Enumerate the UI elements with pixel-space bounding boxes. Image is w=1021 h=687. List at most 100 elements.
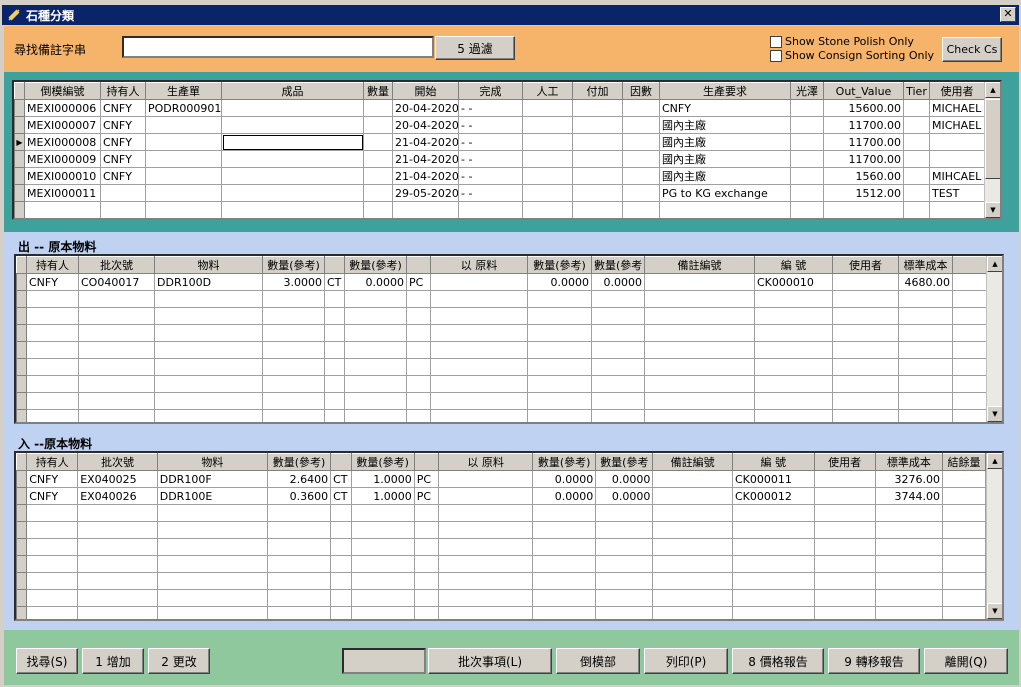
table-cell[interactable]: [942, 572, 986, 590]
table-cell[interactable]: [903, 184, 930, 202]
table-cell[interactable]: [77, 555, 158, 573]
column-header[interactable]: 開始: [392, 82, 459, 100]
table-cell[interactable]: [406, 341, 431, 359]
search-input[interactable]: [122, 36, 434, 58]
table-cell[interactable]: - -: [458, 116, 523, 134]
table-cell[interactable]: [26, 392, 79, 410]
table-cell[interactable]: MEXI000008: [24, 133, 101, 151]
table-cell[interactable]: [344, 375, 407, 393]
column-header[interactable]: 使用者: [813, 453, 876, 471]
table-cell[interactable]: 0.3600: [266, 487, 332, 505]
table-cell[interactable]: [754, 290, 833, 308]
table-cell[interactable]: MIHCAEL: [929, 167, 985, 185]
table-cell[interactable]: [262, 392, 325, 410]
column-header[interactable]: 數量(參考): [532, 453, 597, 471]
table-cell[interactable]: [813, 555, 876, 573]
column-header[interactable]: [413, 453, 440, 471]
table-row[interactable]: CNFY EX040025 DDR100F 2.6400 CT 1.0000 PC 0.000…: [16, 470, 986, 488]
table-cell[interactable]: [406, 307, 431, 325]
table-cell[interactable]: [324, 341, 345, 359]
table-cell[interactable]: [154, 307, 263, 325]
table-cell[interactable]: [156, 589, 268, 607]
table-cell[interactable]: MEXI000010: [24, 167, 101, 185]
table-row[interactable]: [16, 555, 986, 573]
table-cell[interactable]: 11700.00: [823, 133, 904, 151]
table-cell[interactable]: CNFY: [100, 167, 146, 185]
row-selector[interactable]: ▶: [14, 133, 25, 151]
table-row[interactable]: [16, 572, 986, 590]
table-cell[interactable]: [413, 504, 440, 522]
table-cell[interactable]: MICHAEL: [929, 116, 985, 134]
table-cell[interactable]: [622, 201, 660, 218]
table-cell[interactable]: [266, 521, 332, 539]
table-cell[interactable]: [903, 150, 930, 168]
table-cell[interactable]: MEXI000011: [24, 184, 101, 202]
table-cell[interactable]: [78, 358, 155, 376]
row-selector[interactable]: [16, 324, 27, 342]
table-cell[interactable]: [532, 521, 597, 539]
table-cell[interactable]: [572, 167, 623, 185]
scroll-thumb[interactable]: [985, 99, 1000, 179]
table-cell[interactable]: 1512.00: [823, 184, 904, 202]
table-cell[interactable]: [26, 521, 79, 539]
show-stone-polish-checkbox[interactable]: Show Stone Polish Only: [770, 35, 914, 48]
table-cell[interactable]: 0.0000: [595, 487, 654, 505]
table-cell[interactable]: [344, 341, 407, 359]
table-cell[interactable]: 4680.00: [898, 273, 953, 291]
table-cell[interactable]: [26, 606, 79, 619]
table-row[interactable]: [16, 324, 987, 342]
table-cell[interactable]: [652, 606, 733, 619]
table-cell[interactable]: [221, 184, 364, 202]
table-row[interactable]: [16, 375, 987, 393]
table-cell[interactable]: [77, 504, 158, 522]
table-cell[interactable]: [221, 133, 364, 151]
table-cell[interactable]: MEXI000009: [24, 150, 101, 168]
table-cell[interactable]: [595, 606, 654, 619]
table-cell[interactable]: [406, 375, 431, 393]
table-cell[interactable]: [832, 409, 899, 422]
table-cell[interactable]: [78, 409, 155, 422]
table-cell[interactable]: [532, 572, 597, 590]
table-cell[interactable]: 0.0000: [344, 273, 407, 291]
table-cell[interactable]: [644, 324, 755, 342]
table-cell[interactable]: [572, 201, 623, 218]
table-cell[interactable]: [644, 290, 755, 308]
table-cell[interactable]: - -: [458, 167, 523, 185]
table-cell[interactable]: [330, 572, 352, 590]
table-cell[interactable]: [78, 324, 155, 342]
table-cell[interactable]: [790, 133, 824, 151]
table-cell[interactable]: 3276.00: [874, 470, 944, 488]
table-cell[interactable]: [262, 341, 325, 359]
table-cell[interactable]: 29-05-2020: [392, 184, 459, 202]
table-cell[interactable]: [266, 504, 332, 522]
table-cell[interactable]: [145, 184, 222, 202]
table-cell[interactable]: [262, 290, 325, 308]
table-cell[interactable]: [438, 555, 534, 573]
column-header[interactable]: 完成: [458, 82, 523, 100]
table-cell[interactable]: DDR100F: [156, 470, 268, 488]
table-cell[interactable]: [77, 572, 158, 590]
column-header[interactable]: 標準成本: [874, 453, 944, 471]
table-cell[interactable]: 20-04-2020: [392, 116, 459, 134]
table-cell[interactable]: 0.0000: [532, 487, 597, 505]
table-cell[interactable]: [350, 572, 415, 590]
table-row[interactable]: ▶ MEXI000008 CNFY 21-04-2020- - 國內主廠 11700.00: [14, 133, 985, 151]
table-cell[interactable]: [754, 307, 833, 325]
table-cell[interactable]: [572, 116, 623, 134]
table-cell[interactable]: [522, 201, 573, 218]
table-cell[interactable]: [595, 572, 654, 590]
row-selector[interactable]: [16, 290, 27, 308]
table-cell[interactable]: [145, 201, 222, 218]
table-cell[interactable]: [266, 555, 332, 573]
table-cell[interactable]: 1560.00: [823, 167, 904, 185]
column-header[interactable]: 生產要求: [659, 82, 791, 100]
table-cell[interactable]: [527, 409, 592, 422]
column-header[interactable]: 編 號: [754, 256, 833, 274]
table-cell[interactable]: [622, 167, 660, 185]
table-cell[interactable]: [790, 99, 824, 117]
table-cell[interactable]: [813, 606, 876, 619]
table-cell[interactable]: [156, 521, 268, 539]
table-row[interactable]: CNFY EX040026 DDR100E 0.3600 CT 1.0000 PC 0.000…: [16, 487, 986, 505]
table-cell[interactable]: [78, 392, 155, 410]
table-cell[interactable]: [644, 375, 755, 393]
